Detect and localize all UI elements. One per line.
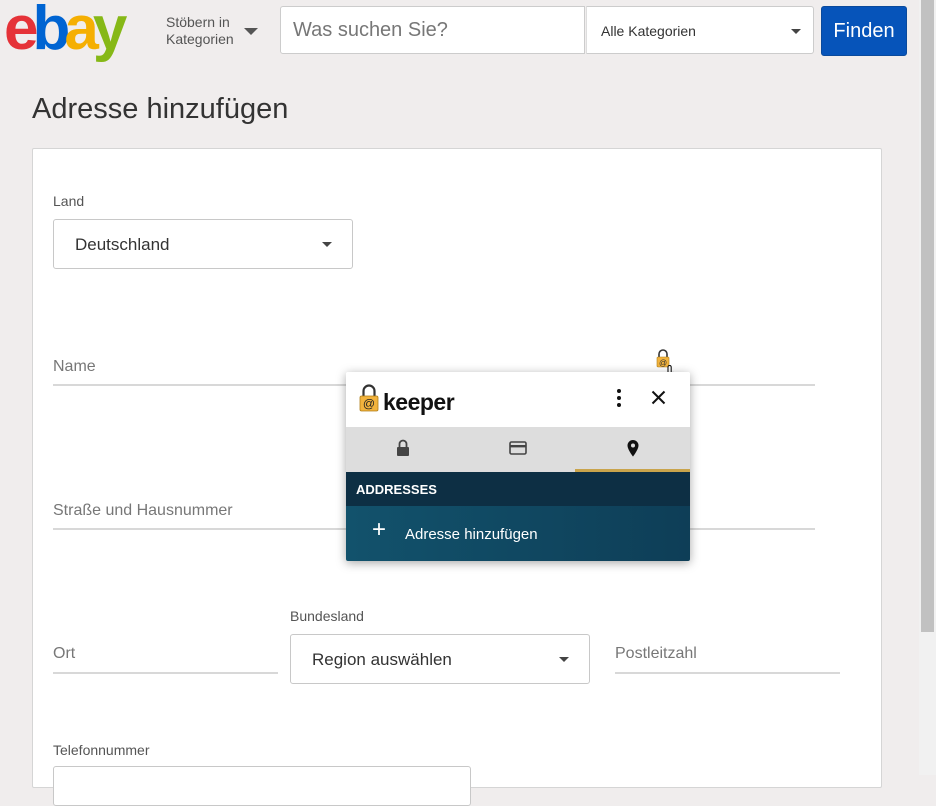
phone-input[interactable]: [53, 766, 471, 806]
keeper-logo-icon: @: [359, 384, 379, 412]
chevron-down-icon[interactable]: [244, 28, 258, 35]
page-title: Adresse hinzufügen: [32, 93, 289, 125]
tab-passwords[interactable]: [346, 427, 460, 472]
keeper-tabs: [346, 427, 690, 472]
chevron-down-icon: [322, 242, 332, 247]
keeper-popup-header: @ keeper: [346, 372, 690, 427]
add-address-label: Adresse hinzufügen: [405, 526, 538, 543]
country-select-value: Deutschland: [75, 235, 170, 254]
phone-label: Telefonnummer: [53, 742, 150, 758]
location-pin-icon: [627, 440, 639, 457]
chevron-down-icon: [559, 657, 569, 662]
name-label: Name: [53, 358, 96, 375]
credit-card-icon: [509, 441, 527, 455]
state-label: Bundesland: [290, 608, 364, 624]
scrollbar-thumb[interactable]: [921, 0, 934, 632]
street-label: Straße und Hausnummer: [53, 502, 233, 519]
state-select-value: Region auswählen: [312, 650, 452, 669]
ebay-logo[interactable]: ebay: [4, 0, 127, 60]
addresses-section-title: ADDRESSES: [356, 482, 437, 497]
addresses-section-header: ADDRESSES: [346, 472, 690, 506]
category-select[interactable]: Alle Kategorien: [586, 6, 814, 54]
tab-addresses[interactable]: [575, 427, 690, 472]
city-input[interactable]: [53, 672, 278, 674]
close-icon[interactable]: [651, 390, 666, 405]
svg-text:@: @: [363, 397, 375, 411]
keeper-popup: @ keeper ADDRESSES + Adresse hinzufügen: [346, 372, 690, 561]
zip-input[interactable]: [615, 672, 840, 674]
chevron-down-icon: [791, 29, 801, 34]
state-select[interactable]: Region auswählen: [290, 634, 590, 684]
lock-icon: [397, 439, 409, 456]
zip-label: Postleitzahl: [615, 645, 697, 662]
land-label: Land: [53, 193, 85, 209]
browse-line1: Stöbern in: [166, 14, 230, 30]
keeper-brand: keeper: [383, 389, 455, 415]
add-address-button[interactable]: + Adresse hinzufügen: [346, 506, 690, 561]
browse-line2: Kategorien: [166, 31, 234, 47]
more-vertical-icon[interactable]: [615, 388, 623, 408]
city-label: Ort: [53, 645, 76, 662]
category-select-value: Alle Kategorien: [601, 23, 696, 39]
search-input[interactable]: [280, 6, 585, 54]
country-select[interactable]: Deutschland: [53, 219, 353, 269]
plus-icon: +: [372, 516, 387, 543]
browse-categories-button[interactable]: Stöbern in Kategorien: [166, 14, 234, 48]
find-button[interactable]: Finden: [821, 6, 907, 56]
tab-payment-cards[interactable]: [461, 427, 575, 472]
